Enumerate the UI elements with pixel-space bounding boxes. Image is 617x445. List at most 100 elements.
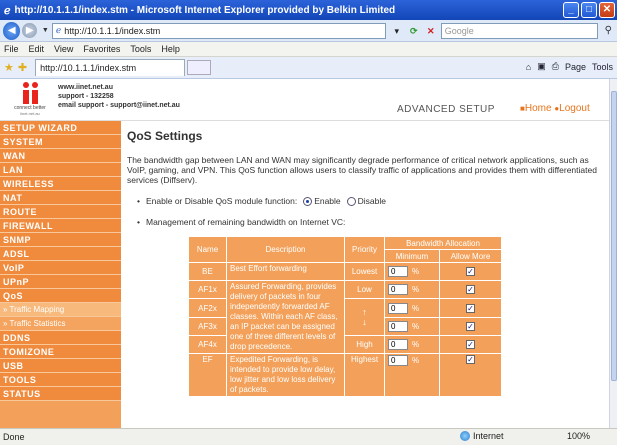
main-content: QoS Settings The bandwidth gap between L… [127,126,603,397]
menu-file[interactable]: File [4,44,19,54]
col-name: Name [188,236,227,263]
window-title: http://10.1.1.1/index.stm - Microsoft In… [14,4,396,16]
priority-arrows-icon: ↑ ↓ [344,298,385,336]
af-description: Assured Forwarding, provides delivery of… [226,280,345,354]
sidebar-item-snmp[interactable]: SNMP [0,233,121,247]
sidebar-item-adsl[interactable]: ADSL [0,247,121,261]
allow-more-checkbox-be[interactable]: ✓ [466,267,475,276]
sidebar-item-wireless[interactable]: WIRELESS [0,177,121,191]
search-input[interactable]: Google [440,22,598,39]
col-bandwidth: Bandwidth Allocation [384,236,502,250]
min-input-af2x[interactable]: 0 [388,302,408,314]
management-row: • Management of remaining bandwidth on I… [137,217,346,227]
disable-radio-label: Disable [357,196,387,206]
back-button[interactable]: ◀ [3,21,21,40]
sidebar-item-qos[interactable]: QoS [0,289,121,303]
allow-more-checkbox-af4x[interactable]: ✓ [466,340,475,349]
row-priority: Lowest [344,262,385,281]
address-input[interactable]: ℯ http://10.1.1.1/index.stm [51,22,386,39]
allow-more-checkbox-af3x[interactable]: ✓ [466,322,475,331]
row-name: AF1x [188,280,227,299]
page-icon: ℯ [55,25,62,35]
sidebar-item-setup-wizard[interactable]: SETUP WIZARD [0,121,121,135]
menu-tools[interactable]: Tools [130,44,151,54]
col-minimum: Minimum [384,249,440,263]
print-icon[interactable]: ⎙ [552,61,559,72]
web-page: connect better iinet.net.au www.iinet.ne… [0,79,609,428]
row-name: AF4x [188,335,227,354]
zoom-level[interactable]: 100% [567,431,590,441]
sidebar-item-traffic-mapping[interactable]: » Traffic Mapping [0,303,121,317]
window-titlebar: ℯ http://10.1.1.1/index.stm - Microsoft … [0,0,617,20]
menu-edit[interactable]: Edit [29,44,45,54]
min-input-ef[interactable]: 0 [388,355,408,366]
logout-link[interactable]: Logout [559,103,590,114]
address-value: http://10.1.1.1/index.stm [64,25,161,36]
allow-more-checkbox-af2x[interactable]: ✓ [466,303,475,313]
col-priority: Priority [344,236,385,263]
sidebar-item-tomizone[interactable]: TOMIZONE [0,345,121,359]
tab-current[interactable]: http://10.1.1.1/index.stm [35,59,186,76]
row-description: Best Effort forwarding [226,262,345,281]
min-input-af1x[interactable]: 0 [388,284,408,295]
disable-radio[interactable] [346,196,356,206]
page-menu[interactable]: Page [565,62,586,72]
new-tab-button[interactable] [187,60,212,75]
enable-radio[interactable] [303,196,313,206]
sidebar-item-wan[interactable]: WAN [0,149,121,163]
sidebar-item-system[interactable]: SYSTEM [0,135,121,149]
sidebar-item-status[interactable]: STATUS [0,387,121,401]
ef-priority: Highest [344,353,385,397]
row-name: AF3x [188,317,227,336]
tab-bar: ★ ✚ http://10.1.1.1/index.stm [0,57,617,79]
stop-icon[interactable]: ✕ [424,24,438,38]
page-title: QoS Settings [127,129,203,143]
sidebar-item-usb[interactable]: USB [0,359,121,373]
enable-row: • Enable or Disable QoS module function:… [137,196,387,206]
history-dropdown-icon[interactable]: ▼ [42,27,49,34]
internet-zone-icon [460,431,470,441]
address-dropdown-icon[interactable]: ▾ [390,24,404,38]
command-bar: ⌂ ▣ ⎙ Page Tools [526,61,613,72]
sidebar-item-ddns[interactable]: DDNS [0,331,121,345]
allow-more-checkbox-af1x[interactable]: ✓ [466,285,475,294]
favorites-star-icon[interactable]: ★ [4,61,14,74]
menu-bar: File Edit View Favorites Tools Help [0,42,617,57]
close-button[interactable]: ✕ [599,2,615,18]
enable-radio-label: Enable [314,196,341,206]
min-input-be[interactable]: 0 [388,266,408,277]
router-header: connect better iinet.net.au www.iinet.ne… [0,79,609,121]
row-name: BE [188,262,227,281]
sidebar-item-voip[interactable]: VoIP [0,261,121,275]
min-input-af3x[interactable]: 0 [388,321,408,332]
sidebar-item-tools[interactable]: TOOLS [0,373,121,387]
sidebar-item-nat[interactable]: NAT [0,191,121,205]
tools-menu[interactable]: Tools [592,62,613,72]
min-input-af4x[interactable]: 0 [388,339,408,350]
refresh-icon[interactable]: ⟳ [407,24,421,38]
sidebar-item-traffic-statistics[interactable]: » Traffic Statistics [0,317,121,331]
col-allow-more: Allow More [439,249,502,263]
menu-favorites[interactable]: Favorites [83,44,120,54]
qos-description: The bandwidth gap between LAN and WAN ma… [127,155,597,185]
sidebar-item-lan[interactable]: LAN [0,163,121,177]
sidebar-item-route[interactable]: ROUTE [0,205,121,219]
sidebar-item-firewall[interactable]: FIREWALL [0,219,121,233]
contact-info: www.iinet.net.au support - 132258 email … [58,83,180,110]
add-favorites-icon[interactable]: ✚ [18,61,27,74]
sidebar-item-upnp[interactable]: UPnP [0,275,121,289]
feeds-icon[interactable]: ▣ [537,61,546,72]
search-icon[interactable]: ⚲ [600,23,617,39]
menu-view[interactable]: View [54,44,73,54]
home-icon[interactable]: ⌂ [526,62,531,72]
minimize-button[interactable]: _ [563,2,579,18]
page-scrollbar[interactable] [609,79,617,428]
menu-help[interactable]: Help [161,44,180,54]
col-description: Description [226,236,345,263]
maximize-button[interactable]: □ [581,2,597,18]
af-priority-low: Low [344,280,385,299]
allow-more-checkbox-ef[interactable]: ✓ [466,355,475,364]
forward-button[interactable]: ▶ [22,23,37,38]
home-link[interactable]: Home [525,103,552,114]
sidebar: SETUP WIZARD SYSTEM WAN LAN WIRELESS NAT… [0,121,121,428]
